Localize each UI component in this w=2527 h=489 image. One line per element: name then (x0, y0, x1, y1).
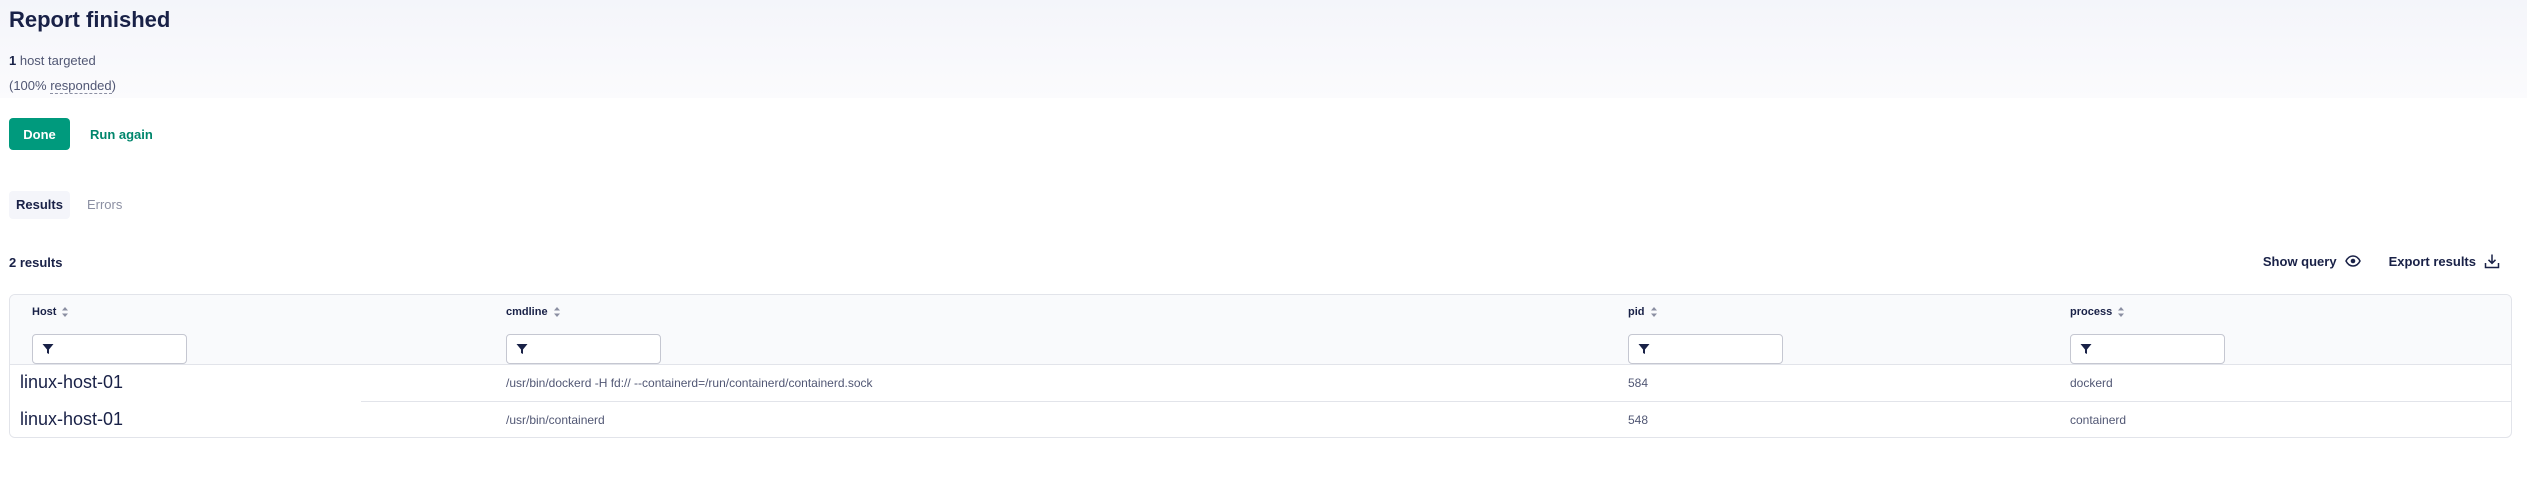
sort-icon (553, 307, 560, 317)
eye-icon (2344, 255, 2361, 267)
targeted-label: host targeted (16, 53, 96, 68)
responded-status: (100% responded) (9, 77, 116, 95)
table-header: Host cmdline pid process (10, 295, 2511, 365)
column-header-pid: pid (1628, 303, 1783, 364)
results-toolbar: Show query Export results (2263, 253, 2500, 269)
tab-errors[interactable]: Errors (80, 191, 129, 219)
sort-cmdline-button[interactable]: cmdline (506, 303, 560, 321)
tab-results[interactable]: Results (9, 191, 70, 219)
filter-icon (2080, 344, 2092, 354)
sort-icon (1650, 307, 1657, 317)
cell-process: containerd (2070, 413, 2127, 427)
filter-icon (516, 344, 528, 354)
results-table: Host cmdline pid process /usr/bin/docker… (9, 294, 2512, 438)
sort-icon (62, 307, 69, 317)
cell-cmdline: /usr/bin/containerd (506, 413, 605, 427)
sort-host-button[interactable]: Host (32, 303, 69, 321)
cell-pid: 548 (1628, 413, 1649, 427)
sort-pid-button[interactable]: pid (1628, 303, 1657, 321)
header-background (0, 0, 2527, 98)
cell-host: linux-host-01 (10, 365, 361, 403)
sort-process-button[interactable]: process (2070, 303, 2125, 321)
export-results-button[interactable]: Export results (2389, 253, 2500, 269)
column-header-host: Host (32, 303, 187, 364)
pid-filter (1628, 334, 1783, 364)
page-title: Report finished (9, 7, 171, 32)
cell-process: dockerd (2070, 376, 2113, 390)
cell-pid: 584 (1628, 376, 1649, 390)
pid-filter-input[interactable] (1653, 335, 1778, 363)
host-filter-input[interactable] (57, 335, 182, 363)
results-tabs: Results Errors (9, 191, 129, 219)
process-filter-input[interactable] (2095, 335, 2220, 363)
results-count: 2 results (9, 255, 63, 270)
cell-host: linux-host-01 (10, 402, 361, 437)
process-filter (2070, 334, 2225, 364)
show-query-label: Show query (2262, 253, 2337, 269)
download-icon (2484, 254, 2500, 269)
responded-close: ) (111, 78, 116, 93)
cell-cmdline: /usr/bin/dockerd -H fd:// --containerd=/… (506, 376, 873, 390)
responded-open: (100% (9, 78, 51, 93)
column-label: pid (1628, 306, 1645, 318)
host-filter (32, 334, 187, 364)
hosts-targeted: 1 host targeted (9, 52, 96, 70)
filter-icon (42, 344, 54, 354)
run-again-button[interactable]: Run again (80, 118, 163, 150)
column-label: cmdline (506, 306, 548, 318)
filter-icon (1638, 344, 1650, 354)
responded-tooltip-trigger[interactable]: responded (50, 78, 112, 94)
column-label: process (2070, 306, 2113, 318)
export-results-label: Export results (2388, 253, 2476, 269)
column-header-process: process (2070, 303, 2225, 364)
sort-icon (2118, 307, 2125, 317)
table-row: /usr/bin/dockerd -H fd:// --containerd=/… (10, 365, 2511, 403)
cmdline-filter-input[interactable] (531, 335, 656, 363)
cmdline-filter (506, 334, 661, 364)
show-query-button[interactable]: Show query (2263, 253, 2361, 269)
column-label: Host (32, 306, 57, 318)
table-row: /usr/bin/containerd 548 containerd linux… (10, 402, 2511, 437)
done-button[interactable]: Done (9, 118, 70, 150)
column-header-cmdline: cmdline (506, 303, 661, 364)
